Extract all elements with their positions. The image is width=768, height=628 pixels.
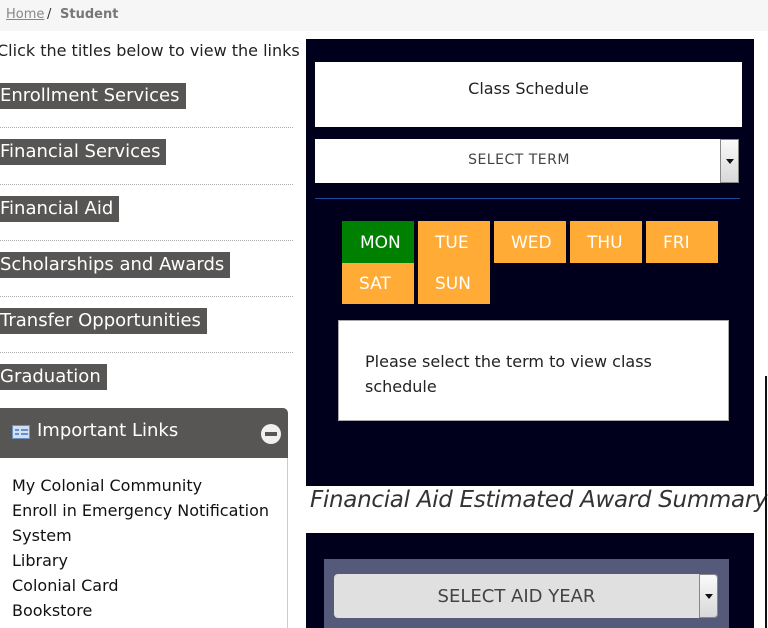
category-financial-aid[interactable]: Financial Aid	[0, 196, 120, 222]
category-divider	[0, 296, 293, 297]
day-tab-thu[interactable]: THU	[570, 221, 642, 263]
scrollbar-edge	[765, 376, 767, 628]
category-divider	[0, 240, 293, 241]
day-tab-fri[interactable]: FRI	[646, 221, 718, 263]
list-card-icon	[12, 425, 30, 439]
day-tab-mon[interactable]: MON	[342, 221, 414, 263]
aid-year-select[interactable]: SELECT AID YEAR	[334, 574, 718, 618]
day-label: TUE	[435, 233, 469, 253]
breadcrumb-home-link[interactable]: Home	[6, 0, 44, 29]
link-my-colonial-community[interactable]: My Colonial Community	[12, 476, 202, 495]
day-label: WED	[511, 233, 552, 253]
sidebar-instructions: Click the titles below to view the links	[0, 41, 300, 60]
category-scholarships-awards[interactable]: Scholarships and Awards	[0, 252, 231, 278]
term-select[interactable]: SELECT TERM	[315, 139, 739, 183]
schedule-message: Please select the term to view class sch…	[365, 352, 652, 396]
schedule-message-box: Please select the term to view class sch…	[338, 320, 729, 421]
category-enrollment-services[interactable]: Enrollment Services	[0, 83, 186, 109]
chevron-down-icon[interactable]	[699, 574, 718, 618]
important-links-header[interactable]: Important Links	[0, 408, 288, 458]
category-financial-services[interactable]: Financial Services	[0, 139, 167, 165]
day-tab-sun[interactable]: SUN	[418, 263, 490, 304]
day-label: SUN	[435, 274, 471, 294]
day-label: FRI	[663, 233, 690, 253]
day-tab-sat[interactable]: SAT	[342, 263, 414, 304]
category-graduation[interactable]: Graduation	[0, 364, 107, 390]
category-transfer-opportunities[interactable]: Transfer Opportunities	[0, 308, 207, 334]
divider	[315, 198, 740, 199]
important-links-list: My Colonial Community Enroll in Emergenc…	[0, 458, 288, 628]
link-colonial-card[interactable]: Colonial Card	[12, 576, 119, 595]
financial-aid-heading: Financial Aid Estimated Award Summary	[310, 487, 768, 513]
day-label: THU	[587, 233, 623, 253]
link-bookstore[interactable]: Bookstore	[12, 601, 92, 620]
breadcrumb-separator: /	[47, 7, 52, 22]
category-divider	[0, 184, 293, 185]
aid-year-select-value: SELECT AID YEAR	[437, 586, 596, 607]
category-divider	[0, 127, 293, 128]
day-tab-wed[interactable]: WED	[494, 221, 566, 263]
link-emergency-notification-system[interactable]: System	[12, 526, 72, 545]
breadcrumb-current: Student	[60, 7, 119, 22]
link-emergency-notification[interactable]: Enroll in Emergency Notification	[12, 501, 269, 520]
link-library[interactable]: Library	[12, 551, 68, 570]
minus-circle-icon[interactable]	[261, 424, 281, 444]
chevron-down-icon[interactable]	[720, 139, 739, 183]
class-schedule-title: Class Schedule	[315, 62, 742, 127]
day-label: MON	[360, 233, 401, 253]
category-divider	[0, 352, 293, 353]
breadcrumb: Home / Student	[0, 0, 768, 31]
term-select-value: SELECT TERM	[468, 152, 570, 168]
day-label: SAT	[359, 274, 391, 294]
important-links-title: Important Links	[37, 420, 179, 441]
